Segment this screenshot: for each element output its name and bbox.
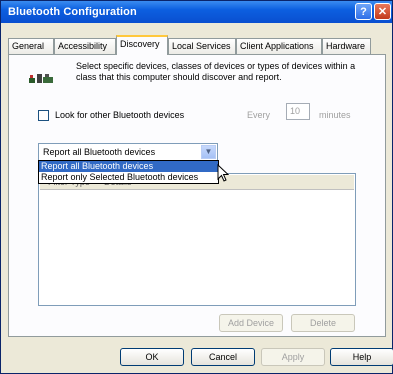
tab-accessibility[interactable]: Accessibility	[54, 38, 116, 54]
report-select-value: Report all Bluetooth devices	[43, 147, 156, 157]
every-label: Every	[247, 110, 271, 120]
tab-hardware[interactable]: Hardware	[322, 38, 371, 54]
tab-client-applications[interactable]: Client Applications	[236, 38, 322, 54]
chevron-down-icon[interactable]: ▼	[201, 145, 216, 159]
bluetooth-devices-icon	[29, 74, 53, 83]
mouse-pointer-icon	[217, 164, 229, 182]
filter-list[interactable]: Filter Type Details	[38, 173, 356, 306]
ok-button[interactable]: OK	[120, 348, 184, 366]
interval-input[interactable]: 10	[286, 103, 310, 120]
window-title: Bluetooth Configuration	[8, 6, 137, 18]
discovery-description: Select specific devices, classes of devi…	[76, 61, 356, 82]
close-icon: ✕	[377, 6, 388, 18]
look-for-devices-label[interactable]: Look for other Bluetooth devices	[55, 110, 184, 120]
minutes-label: minutes	[319, 110, 351, 120]
close-button[interactable]: ✕	[374, 3, 391, 20]
report-select[interactable]: Report all Bluetooth devices ▼	[38, 143, 218, 161]
title-bar[interactable]: Bluetooth Configuration ? ✕	[1, 1, 392, 23]
tab-local-services[interactable]: Local Services	[168, 38, 236, 54]
report-dropdown-list: Report all Bluetooth devices Report only…	[38, 160, 219, 184]
cancel-button[interactable]: Cancel	[191, 348, 255, 366]
tab-general[interactable]: General	[8, 38, 54, 54]
look-for-devices-checkbox[interactable]	[38, 110, 49, 121]
help-button[interactable]: Help	[330, 348, 393, 366]
help-title-button[interactable]: ?	[355, 3, 372, 20]
add-device-button[interactable]: Add Device	[219, 314, 283, 332]
tab-discovery[interactable]: Discovery	[116, 35, 168, 55]
option-report-selected[interactable]: Report only Selected Bluetooth devices	[39, 172, 218, 183]
dialog-window: Bluetooth Configuration ? ✕ General Acce…	[0, 0, 393, 374]
apply-button[interactable]: Apply	[261, 348, 325, 366]
option-report-all[interactable]: Report all Bluetooth devices	[39, 161, 218, 172]
help-icon: ?	[360, 6, 367, 18]
delete-button[interactable]: Delete	[291, 314, 355, 332]
